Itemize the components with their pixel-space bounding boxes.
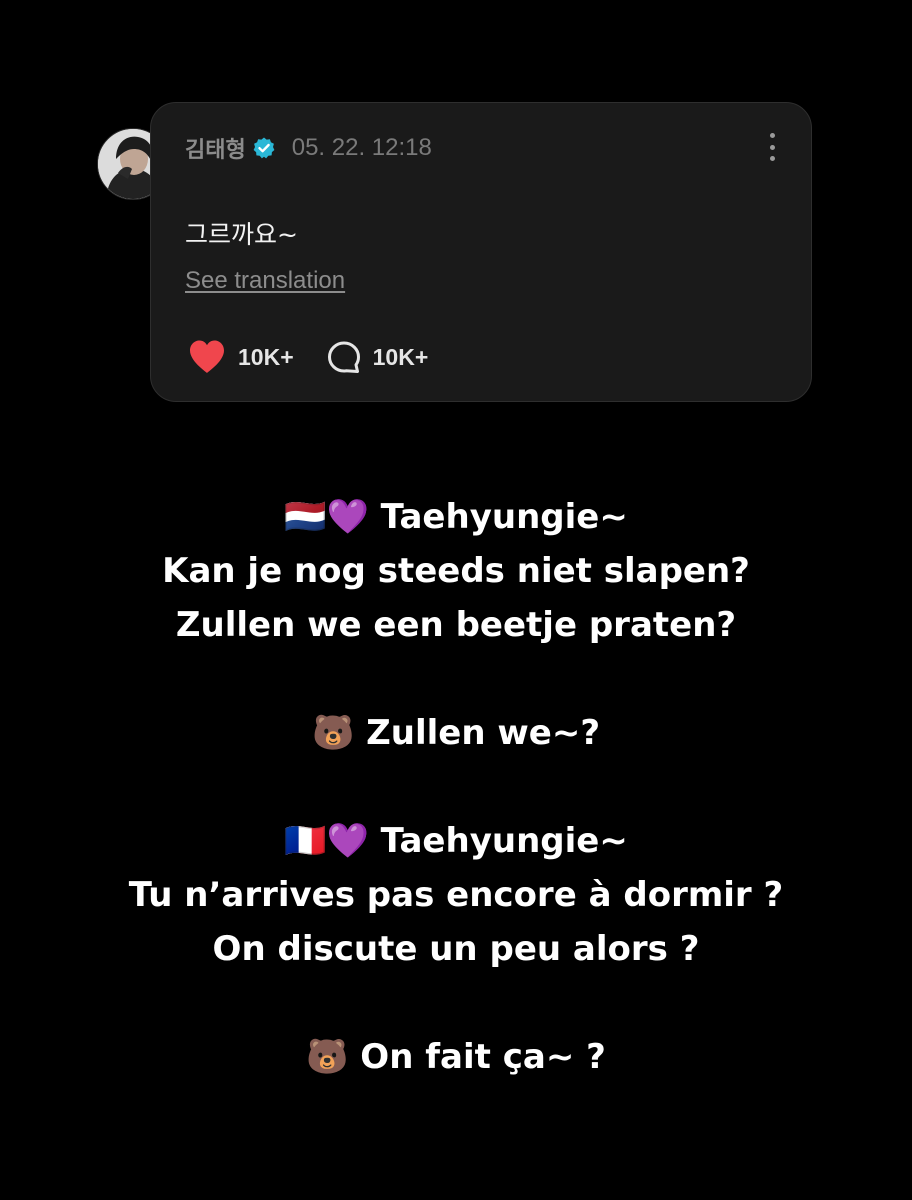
comment-bubble-icon bbox=[326, 339, 362, 375]
post-header: 김태형 05. 22. 12:18 bbox=[185, 131, 432, 165]
caption-line-dutch-question: Kan je nog steeds niet slapen? bbox=[162, 551, 750, 591]
caption-line-dutch-talk: Zullen we een beetje praten? bbox=[175, 605, 737, 645]
caption-line-french-question: Tu n’arrives pas encore à dormir ? bbox=[128, 875, 784, 915]
caption-line-french-talk: On discute un peu alors ? bbox=[212, 929, 700, 969]
caption-line-french-bear: 🐻 On fait ça~ ? bbox=[306, 1037, 606, 1077]
post-timestamp: 05. 22. 12:18 bbox=[291, 134, 432, 161]
more-options-icon[interactable] bbox=[763, 129, 781, 165]
translation-caption: 🇳🇱💜 Taehyungie~ Kan je nog steeds niet s… bbox=[0, 490, 912, 1084]
heart-icon bbox=[187, 339, 227, 375]
like-button[interactable]: 10K+ bbox=[187, 339, 294, 375]
author-name[interactable]: 김태형 bbox=[185, 132, 246, 164]
like-count: 10K+ bbox=[238, 343, 294, 370]
caption-line-dutch-bear: 🐻 Zullen we~? bbox=[311, 713, 601, 753]
comment-button[interactable]: 10K+ bbox=[326, 339, 429, 375]
see-translation-link[interactable]: See translation bbox=[185, 267, 345, 295]
caption-line-dutch-greeting: 🇳🇱💜 Taehyungie~ bbox=[284, 497, 628, 537]
post-text: 그르까요~ bbox=[185, 220, 298, 249]
post-stats: 10K+ 10K+ bbox=[187, 339, 428, 375]
verified-badge-icon bbox=[252, 136, 276, 160]
comment-count: 10K+ bbox=[372, 343, 429, 370]
post-card: 김태형 05. 22. 12:18 그르까요~ See translation … bbox=[150, 102, 812, 402]
caption-line-french-greeting: 🇫🇷💜 Taehyungie∼ bbox=[284, 821, 628, 861]
